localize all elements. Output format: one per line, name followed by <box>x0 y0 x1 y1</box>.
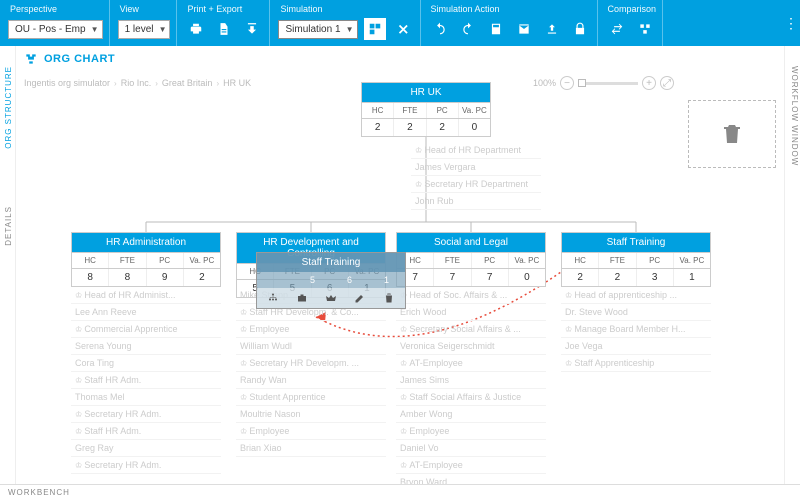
breadcrumb[interactable]: Ingentis org simulator› Rio Inc.› Great … <box>24 78 251 88</box>
perspective-label: Perspective <box>8 2 103 17</box>
caret-down-icon: ▼ <box>159 25 167 34</box>
zoom-control: 100% − + ⤢ <box>533 76 674 90</box>
redo-icon[interactable] <box>457 18 479 40</box>
people-list: Mike Strapp Staff HR Developm. & Co... E… <box>236 287 386 457</box>
org-node-staff-training[interactable]: Staff Training HCFTEPCVa. PC 2231 <box>561 232 711 287</box>
node-title: HR UK <box>362 83 490 102</box>
group-simulation-action: Simulation Action <box>421 0 598 46</box>
org-node-social-legal[interactable]: Social and Legal HCFTEPCVa. PC 7770 <box>396 232 546 287</box>
view-label: View <box>118 2 171 17</box>
download-icon[interactable] <box>241 18 263 40</box>
group-view: View 1 level▼ <box>110 0 178 46</box>
zoom-percent: 100% <box>533 78 556 88</box>
zoom-in-icon[interactable]: + <box>642 76 656 90</box>
perspective-select[interactable]: OU - Pos - Emp▼ <box>8 20 103 39</box>
tab-org-structure[interactable]: ORG STRUCTURE <box>4 66 13 149</box>
calculator-icon[interactable] <box>485 18 507 40</box>
simulation-action-icon[interactable] <box>364 18 386 40</box>
print-icon[interactable] <box>185 18 207 40</box>
comparison-label: Comparison <box>606 2 657 17</box>
people-list: Head of HR Administ... Lee Ann Reeve Com… <box>71 287 221 474</box>
chart-canvas[interactable]: Ingentis org simulator› Rio Inc.› Great … <box>16 72 784 484</box>
sim-action-label: Simulation Action <box>429 2 591 17</box>
content-pane: ORG CHART Ingentis org simulator› Rio In… <box>16 46 784 484</box>
crown-icon[interactable] <box>325 292 337 304</box>
delete-icon[interactable] <box>383 292 395 304</box>
org-node-hr-admin[interactable]: HR Administration HCFTEPCVa. PC 8892 <box>71 232 221 287</box>
top-toolbar: Perspective OU - Pos - Emp▼ View 1 level… <box>0 0 800 46</box>
briefcase-icon[interactable] <box>296 292 308 304</box>
overflow-menu-icon[interactable]: ⋮ <box>782 0 800 46</box>
people-list: Head of apprenticeship ... Dr. Steve Woo… <box>561 287 711 372</box>
upload-icon[interactable] <box>541 18 563 40</box>
people-list: Head of Soc. Affairs & ... Erich Wood Se… <box>396 287 546 484</box>
undo-icon[interactable] <box>429 18 451 40</box>
zoom-fit-icon[interactable]: ⤢ <box>660 76 674 90</box>
group-print-export: Print + Export <box>177 0 270 46</box>
lock-icon[interactable] <box>569 18 591 40</box>
trash-icon <box>720 122 744 146</box>
left-rail: ORG STRUCTURE DETAILS <box>0 46 16 500</box>
caret-down-icon: ▼ <box>346 25 354 34</box>
page-title-row: ORG CHART <box>16 46 784 72</box>
simulation-select[interactable]: Simulation 1▼ <box>278 20 357 39</box>
trash-dropzone[interactable] <box>688 100 776 168</box>
compare-tree-icon[interactable] <box>634 18 656 40</box>
right-rail: WORKFLOW WINDOW <box>784 46 800 500</box>
caret-down-icon: ▼ <box>91 25 99 34</box>
print-export-label: Print + Export <box>185 2 263 17</box>
org-chart-icon <box>24 52 38 66</box>
drag-ghost-node[interactable]: Staff Training 561 <box>256 252 406 309</box>
group-comparison: Comparison <box>598 0 664 46</box>
ghost-toolbar <box>257 288 405 308</box>
swap-icon[interactable] <box>606 18 628 40</box>
group-simulation: Simulation Simulation 1▼ <box>270 0 420 46</box>
org-node-root[interactable]: HR UK HCFTEPCVa. PC 2220 <box>361 82 491 137</box>
view-select[interactable]: 1 level▼ <box>118 20 171 39</box>
group-perspective: Perspective OU - Pos - Emp▼ <box>0 0 110 46</box>
tab-workflow[interactable]: WORKFLOW WINDOW <box>790 66 799 166</box>
hierarchy-icon[interactable] <box>267 292 279 304</box>
close-icon[interactable] <box>392 18 414 40</box>
zoom-slider[interactable] <box>578 82 638 85</box>
export-pdf-icon[interactable] <box>213 18 235 40</box>
zoom-out-icon[interactable]: − <box>560 76 574 90</box>
tab-details[interactable]: DETAILS <box>4 206 13 246</box>
people-list-root: Head of HR Department James Vergara Secr… <box>411 142 541 210</box>
edit-icon[interactable] <box>354 292 366 304</box>
simulation-label: Simulation <box>278 2 413 17</box>
mail-icon[interactable] <box>513 18 535 40</box>
page-title: ORG CHART <box>44 53 115 65</box>
workbench-bar[interactable]: WORKBENCH <box>0 484 800 500</box>
main-area: ORG STRUCTURE DETAILS WORKFLOW WINDOW OR… <box>0 46 800 500</box>
